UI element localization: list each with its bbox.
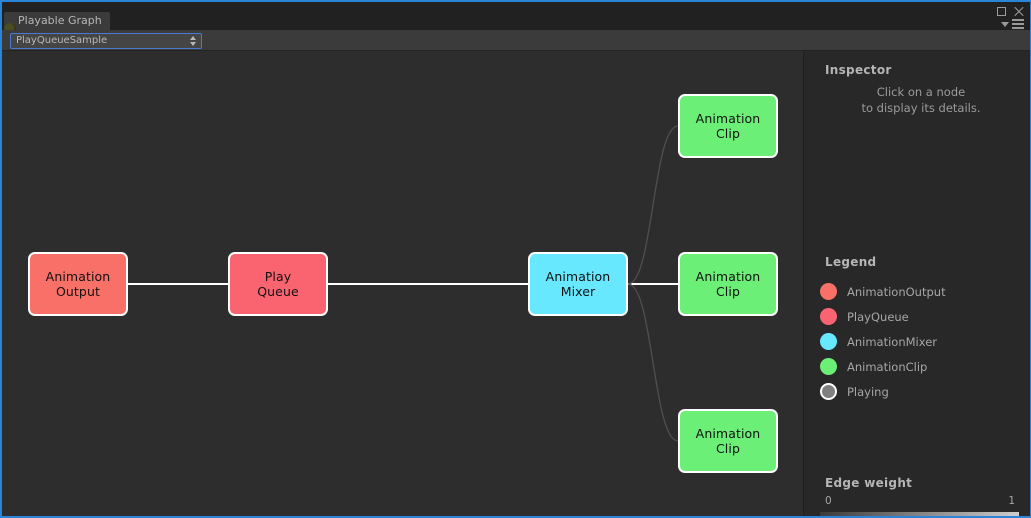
- legend-item: Playing: [820, 379, 946, 404]
- legend-item-label: AnimationMixer: [847, 334, 938, 349]
- edge-weight-gradient-bar: [820, 512, 1019, 516]
- graph-node-label: Play Queue: [257, 269, 299, 299]
- graph-node-play-queue[interactable]: Play Queue: [228, 252, 328, 316]
- graph-node-label: Animation Clip: [695, 269, 761, 299]
- legend-item: AnimationClip: [820, 354, 946, 379]
- close-icon[interactable]: [1013, 6, 1024, 17]
- legend-item-label: AnimationOutput: [847, 284, 946, 299]
- sidebar: Inspector Click on a node to display its…: [803, 51, 1030, 516]
- legend-swatch-icon: [820, 283, 837, 300]
- inspector-title: Inspector: [825, 63, 892, 77]
- graph-node-label: Animation Clip: [695, 111, 761, 141]
- toolbar: PlayQueueSample: [2, 30, 1030, 51]
- title-bar: Playable Graph: [2, 2, 1030, 35]
- legend-item-label: PlayQueue: [847, 309, 909, 324]
- legend-item: PlayQueue: [820, 304, 946, 329]
- tab-playable-graph[interactable]: Playable Graph: [4, 12, 110, 35]
- tab-label: Playable Graph: [18, 14, 102, 27]
- graph-node-animation-clip-2[interactable]: Animation Clip: [678, 252, 778, 316]
- graph-node-animation-clip-1[interactable]: Animation Clip: [678, 94, 778, 158]
- legend-item-label: AnimationClip: [847, 359, 928, 374]
- graph-node-animation-mixer[interactable]: Animation Mixer: [528, 252, 628, 316]
- filter-icon[interactable]: [1001, 21, 1009, 27]
- graph-node-animation-output[interactable]: Animation Output: [28, 252, 128, 316]
- graph-node-label: Animation Mixer: [545, 269, 611, 299]
- edge-weight-scale: 0 1: [825, 495, 1015, 509]
- graph-node-label: Animation Clip: [695, 426, 761, 456]
- legend-item-label: Playing: [847, 384, 889, 399]
- edge-weight-title: Edge weight: [825, 476, 913, 490]
- hamburger-menu-icon[interactable]: [1012, 19, 1024, 29]
- graph-canvas[interactable]: Animation Output Play Queue Animation Mixe…: [2, 51, 803, 516]
- graph-node-animation-clip-3[interactable]: Animation Clip: [678, 409, 778, 473]
- legend-item: AnimationOutput: [820, 279, 946, 304]
- playable-graph-window: Playable Graph PlayQueueSample Animation…: [0, 0, 1031, 518]
- legend-swatch-icon: [820, 333, 837, 350]
- legend-title: Legend: [825, 255, 877, 269]
- legend-swatch-icon: [820, 358, 837, 375]
- legend-swatch-icon: [820, 308, 837, 325]
- legend-list: AnimationOutput PlayQueue AnimationMixer An…: [820, 279, 946, 404]
- graph-node-label: Animation Output: [45, 269, 111, 299]
- graph-selector-dropdown[interactable]: PlayQueueSample: [10, 33, 202, 49]
- graph-edge-animation-mixer-to-animation-clip-3: [627, 283, 679, 442]
- graph-selector-value: PlayQueueSample: [16, 35, 108, 46]
- updown-arrows-icon: [190, 36, 196, 46]
- edge-weight-min: 0: [825, 495, 832, 507]
- edge-weight-max: 1: [1008, 495, 1015, 507]
- window-controls: [997, 6, 1024, 17]
- maximize-icon[interactable]: [997, 7, 1006, 16]
- graph-edge-animation-mixer-to-animation-clip-1: [627, 125, 679, 285]
- window-menu-group: [1001, 19, 1024, 29]
- legend-swatch-icon: [820, 383, 837, 400]
- legend-item: AnimationMixer: [820, 329, 946, 354]
- inspector-hint: Click on a node to display its details.: [861, 85, 981, 115]
